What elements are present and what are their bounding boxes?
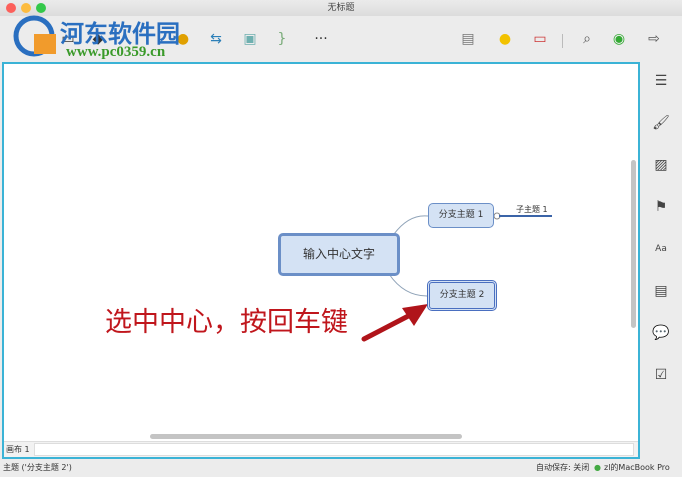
selection-status: 主题 ('分支主题 2'): [3, 463, 72, 472]
task-icon[interactable]: ☑: [652, 366, 670, 384]
watermark-url: www.pc0359.cn: [66, 44, 166, 60]
comment-icon[interactable]: 💬: [652, 324, 670, 342]
status-bar: 主题 ('分支主题 2') 自动保存: 关闭 ● zl的MacBook Pro: [0, 459, 682, 477]
zoom-button[interactable]: [36, 3, 46, 13]
boundary-icon[interactable]: ▣: [240, 30, 260, 48]
autosave-status[interactable]: 自动保存: 关闭: [536, 459, 589, 477]
presentation-icon[interactable]: ▤: [458, 30, 478, 48]
summary-icon[interactable]: }: [272, 30, 292, 48]
sheet-bar: 画布 1: [4, 441, 638, 457]
central-topic[interactable]: 输入中心文字: [278, 233, 400, 276]
subtopic-1[interactable]: 子主题 1: [516, 204, 548, 215]
image-icon[interactable]: ▨: [652, 156, 670, 174]
online-dot-icon: ●: [594, 463, 601, 472]
annotation-text: 选中中心，按回车键: [105, 307, 348, 338]
window-title: 无标题: [327, 3, 355, 13]
close-button[interactable]: [6, 3, 16, 13]
text-style-icon[interactable]: Aa: [652, 240, 670, 258]
watermark-logo: [4, 14, 64, 64]
sheet-tab-area: [34, 443, 634, 456]
more-button[interactable]: ···: [306, 30, 336, 48]
divider: [562, 34, 563, 48]
branch-topic-2-selected[interactable]: 分支主题 2: [427, 280, 497, 311]
right-sidebar: ☰ 🖌 ▨ ⚑ Aa ▤ 💬 ☑: [640, 60, 682, 460]
gantt-icon[interactable]: ▭: [530, 30, 550, 48]
device-name: zl的MacBook Pro: [604, 463, 670, 472]
share-icon[interactable]: ◉: [610, 30, 628, 48]
search-icon[interactable]: ⌕: [578, 30, 596, 48]
lightbulb-icon[interactable]: ●: [497, 30, 513, 48]
horizontal-scrollbar[interactable]: [150, 434, 462, 439]
format-brush-icon[interactable]: 🖌: [652, 114, 670, 132]
mindmap-canvas[interactable]: 输入中心文字 分支主题 1 分支主题 2 子主题 1 选中中心，按回车键 画布 …: [2, 62, 640, 459]
flag-icon[interactable]: ⚑: [652, 198, 670, 216]
export-icon[interactable]: ⇨: [642, 30, 666, 48]
sheet-tab[interactable]: 画布 1: [6, 444, 30, 455]
branch-topic-1[interactable]: 分支主题 1: [428, 203, 494, 228]
outline-icon[interactable]: ☰: [652, 72, 670, 90]
vertical-scrollbar[interactable]: [631, 160, 636, 328]
relationship-icon[interactable]: ⇆: [207, 30, 225, 48]
minimize-button[interactable]: [21, 3, 31, 13]
note-icon[interactable]: ▤: [652, 282, 670, 300]
